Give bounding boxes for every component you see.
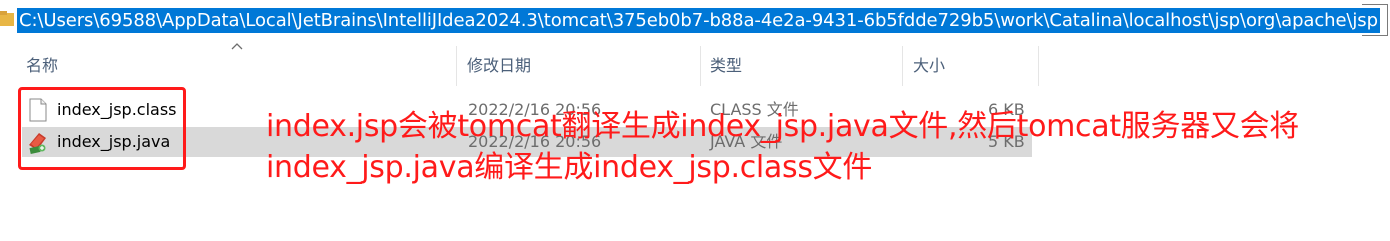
address-bar-frame: [1362, 4, 1388, 36]
column-header-name[interactable]: 名称: [26, 50, 58, 82]
sort-ascending-icon[interactable]: [229, 40, 245, 52]
annotation-text: index.jsp会被tomcat翻译生成index_jsp.java文件,然后…: [266, 106, 1386, 188]
annotation-line-1: index.jsp会被tomcat翻译生成index_jsp.java文件,然后…: [266, 109, 1299, 144]
column-divider[interactable]: [902, 46, 903, 86]
column-divider[interactable]: [456, 46, 457, 86]
column-header-modified[interactable]: 修改日期: [467, 50, 531, 82]
file-explorer-window: C:\Users\69588\AppData\Local\JetBrains\I…: [0, 0, 1390, 241]
column-header-size[interactable]: 大小: [913, 50, 945, 82]
folder-icon: [0, 11, 14, 26]
address-path-text[interactable]: C:\Users\69588\AppData\Local\JetBrains\I…: [17, 8, 1380, 33]
address-bar[interactable]: C:\Users\69588\AppData\Local\JetBrains\I…: [0, 0, 1390, 40]
column-header-type[interactable]: 类型: [710, 50, 742, 82]
column-divider[interactable]: [1038, 46, 1039, 86]
column-divider[interactable]: [700, 46, 701, 86]
highlight-box: [18, 87, 186, 170]
annotation-line-2: index_jsp.java编译生成index_jsp.class文件: [266, 150, 873, 185]
